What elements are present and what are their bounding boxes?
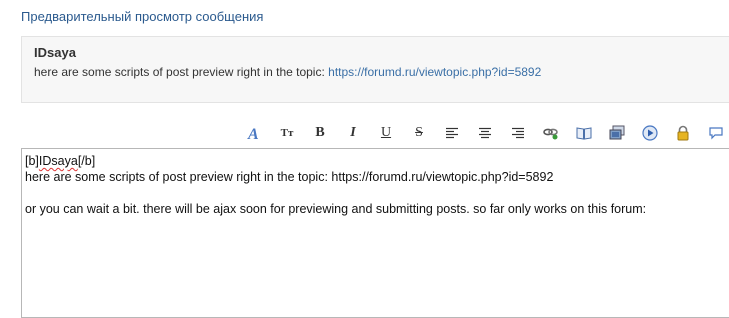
preview-box: IDsaya here are some scripts of post pre… (21, 36, 729, 103)
strikethrough-icon[interactable]: S (408, 122, 430, 144)
strike-label: S (415, 125, 423, 140)
italic-icon[interactable]: I (342, 122, 364, 144)
font-size-icon[interactable]: Tт (276, 122, 298, 144)
preview-text: here are some scripts of post preview ri… (34, 65, 541, 79)
align-center-icon[interactable] (474, 122, 496, 144)
align-left-icon[interactable] (441, 122, 463, 144)
editor-line-4: or you can wait a bit. there will be aja… (25, 202, 647, 216)
images-icon[interactable] (606, 122, 628, 144)
play-icon[interactable] (639, 122, 661, 144)
bold-label: B (315, 125, 325, 140)
bbcode-close-tag: [/b] (77, 154, 96, 168)
editor-line-3 (25, 185, 729, 201)
bbcode-open-tag: [b] (25, 154, 39, 168)
editor-line-2: here are some scripts of post preview ri… (25, 170, 554, 184)
font-size-label: Tт (280, 127, 294, 139)
preview-link[interactable]: https://forumd.ru/viewtopic.php?id=5892 (328, 65, 541, 79)
preview-body: here are some scripts of post preview ri… (34, 65, 329, 79)
underline-label: U (380, 125, 392, 140)
preview-title: Предварительный просмотр сообщения (21, 9, 264, 24)
bold-icon[interactable]: B (309, 122, 331, 144)
bbcode-name: IDsaya (38, 154, 78, 168)
underline-icon[interactable]: U (375, 122, 397, 144)
link-icon[interactable] (540, 122, 562, 144)
book-icon[interactable] (573, 122, 595, 144)
bbcode-toolbar: A Tт B I U S (243, 122, 729, 144)
preview-author: IDsaya (34, 45, 76, 60)
align-right-icon[interactable] (507, 122, 529, 144)
speech-bubble-icon[interactable] (705, 122, 727, 144)
italic-label: I (350, 125, 356, 140)
svg-text:A: A (247, 126, 259, 141)
editor-line-1: [b]IDsaya[/b] (25, 153, 729, 169)
font-color-icon[interactable]: A (243, 122, 265, 144)
message-textarea[interactable]: [b]IDsaya[/b] here are some scripts of po… (21, 148, 729, 318)
lock-icon[interactable] (672, 122, 694, 144)
